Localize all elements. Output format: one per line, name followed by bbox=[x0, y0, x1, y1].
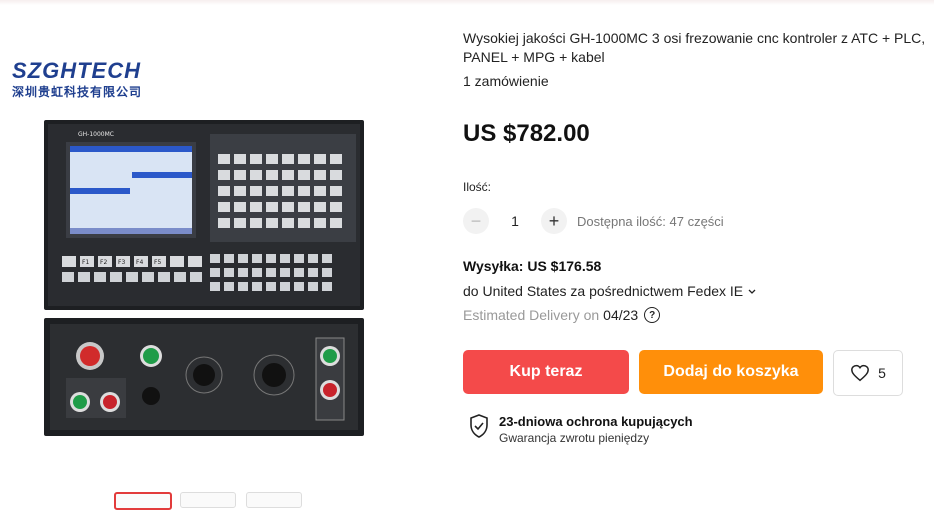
f1-key-label: F1 bbox=[82, 259, 89, 266]
delivery-date: 04/23 bbox=[603, 307, 639, 323]
f5-key-label: F5 bbox=[154, 259, 161, 266]
quantity-stepper: − 1 + Dostępna ilość: 47 części bbox=[463, 208, 724, 234]
wishlist-count: 5 bbox=[878, 365, 886, 381]
order-count: 1 zamówienie bbox=[463, 73, 549, 89]
thumbnail-3[interactable] bbox=[246, 492, 302, 508]
help-icon[interactable]: ? bbox=[644, 307, 661, 323]
price: US $782.00 bbox=[463, 120, 590, 147]
quantity-label: Ilość: bbox=[463, 180, 492, 194]
add-to-cart-button[interactable]: Dodaj do koszyka bbox=[639, 350, 823, 394]
brand-logo-text: SZGHTECH bbox=[12, 58, 141, 83]
f2-key-label: F2 bbox=[100, 259, 107, 266]
brand-logo-subtext: 深圳贵虹科技有限公司 bbox=[12, 85, 143, 99]
delivery-label: Estimated Delivery on bbox=[463, 307, 600, 323]
top-bar bbox=[0, 0, 934, 5]
brand-logo: SZGHTECH 深圳贵虹科技有限公司 bbox=[12, 60, 162, 100]
f4-key-label: F4 bbox=[136, 259, 143, 266]
shipping-cost: Wysyłka: US $176.58 bbox=[463, 258, 602, 274]
available-quantity: Dostępna ilość: 47 części bbox=[577, 213, 724, 229]
quantity-increase-button[interactable]: + bbox=[541, 208, 567, 234]
protection-title: 23-dniowa ochrona kupujących bbox=[499, 414, 693, 429]
protection-subtitle: Gwarancja zwrotu pieniędzy bbox=[499, 431, 650, 445]
estimated-delivery: Estimated Delivery on 04/23 ? bbox=[463, 307, 661, 323]
model-label: GH-1000MC bbox=[78, 131, 114, 138]
thumbnail-2[interactable] bbox=[180, 492, 236, 508]
quantity-value[interactable]: 1 bbox=[489, 213, 541, 229]
chevron-down-icon bbox=[748, 289, 756, 294]
product-title: Wysokiej jakości GH-1000MC 3 osi frezowa… bbox=[463, 30, 926, 65]
product-image[interactable]: GH-1000MC F1 F2 F3 F4 F5 bbox=[44, 120, 364, 440]
shipping-destination: do United States za pośrednictwem Fedex … bbox=[463, 283, 744, 299]
thumbnail-1[interactable] bbox=[114, 492, 172, 510]
wishlist-button[interactable]: 5 bbox=[833, 350, 903, 396]
buyer-protection: 23-dniowa ochrona kupujących Gwarancja z… bbox=[469, 414, 693, 445]
f3-key-label: F3 bbox=[118, 259, 125, 266]
shield-check-icon bbox=[470, 414, 488, 438]
shipping-destination-selector[interactable]: do United States za pośrednictwem Fedex … bbox=[463, 283, 757, 299]
quantity-decrease-button[interactable]: − bbox=[463, 208, 489, 234]
heart-icon bbox=[851, 364, 870, 382]
buy-now-button[interactable]: Kup teraz bbox=[463, 350, 629, 394]
